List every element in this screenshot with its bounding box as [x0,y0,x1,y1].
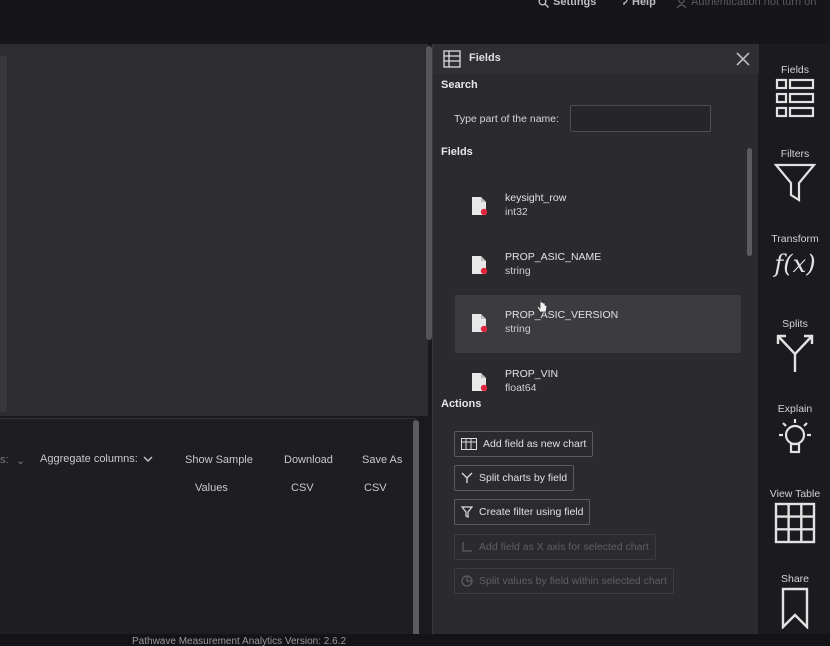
close-icon[interactable] [733,49,753,69]
fields-list-icon [443,50,461,68]
rail-label: Splits [782,318,808,330]
data-table-area: s: ⌄ Aggregate columns: Show Sample Valu… [0,418,416,634]
aggregate-columns-dropdown[interactable]: Aggregate columns: [40,453,153,465]
add-field-as-x-axis-button[interactable]: Add field as X axis for selected chart [454,534,656,560]
actions-section-title: Actions [441,398,482,410]
settings-link[interactable]: Settings [538,0,596,8]
chart-canvas[interactable] [0,44,428,416]
pie-icon [461,575,473,587]
user-icon [676,0,687,8]
axis-icon [462,542,472,552]
show-sample-values-label[interactable]: Values [195,482,228,494]
function-icon: f(x) [774,250,816,278]
field-name: PROP_ASIC_NAME [505,251,602,263]
rail-explain[interactable]: Explain [760,403,830,459]
split-icon [461,472,473,483]
save-as-csv-label[interactable]: CSV [364,482,387,494]
rail-fields[interactable]: Fields [760,64,830,118]
action-label: Create filter using field [479,506,584,518]
fields-panel: Fields Search Type part of the name: Fie… [432,44,759,634]
mouse-cursor-icon [537,298,548,313]
footer: Pathwave Measurement Analytics Version: … [0,634,830,646]
field-doc-icon [472,256,487,275]
field-name: PROP_ASIC_VERSION [505,309,619,321]
auth-status: Authentication not turn on [676,0,816,8]
split-values-by-field-button[interactable]: Split values by field within selected ch… [454,568,674,594]
search-icon [538,0,549,8]
field-item[interactable]: PROP_VIN float64 [455,354,741,398]
bookmark-icon [781,587,809,629]
search-input[interactable] [570,105,711,132]
search-label: Type part of the name: [454,113,560,125]
rail-splits[interactable]: Splits [760,318,830,374]
rail-label: Filters [780,148,810,160]
save-as-csv-button[interactable]: Save As [362,454,402,466]
rail-label: Fields [780,64,809,76]
rail-filters[interactable]: Filters [760,148,830,204]
table-scrollbar[interactable] [413,420,419,636]
right-rail: Fields Filters Transform f(x) Splits Exp… [760,44,830,634]
download-csv-button[interactable]: Download [284,454,333,466]
search-section-title: Search [441,79,478,91]
help-icon [623,0,628,5]
version-text: Pathwave Measurement Analytics Version: … [132,636,347,646]
field-type: string [505,323,531,335]
field-type: string [505,265,531,277]
help-link[interactable]: Help [620,0,656,8]
fields-list-icon [775,78,815,118]
action-label: Split charts by field [479,472,568,484]
rail-label: View Table [769,488,821,500]
aggregate-columns-label: Aggregate columns: [40,453,138,465]
field-doc-icon [472,314,487,333]
auth-label: Authentication not turn on [691,0,817,8]
field-item[interactable]: keysight_row int32 [455,178,741,236]
settings-label: Settings [553,0,597,8]
field-name: PROP_VIN [505,368,559,380]
action-label: Split values by field within selected ch… [479,575,667,587]
field-item-hovered[interactable]: PROP_ASIC_VERSION string [455,295,741,353]
help-label: Help [632,0,656,8]
cutoff-label: s: [0,454,9,466]
funnel-icon [774,163,816,202]
action-label: Add field as X axis for selected chart [479,541,649,553]
canvas-left-strip [0,56,7,412]
rail-label: Transform [771,233,819,245]
action-label: Add field as new chart [483,438,587,450]
field-item[interactable]: PROP_ASIC_NAME string [455,237,741,295]
show-sample-button[interactable]: Show Sample [185,454,253,466]
field-doc-icon [472,197,487,216]
create-filter-using-field-button[interactable]: Create filter using field [454,499,591,525]
rail-label: Explain [777,403,813,415]
grid-icon [774,502,816,544]
fields-section-title: Fields [441,146,473,158]
field-type: int32 [505,206,528,218]
download-csv-label[interactable]: CSV [291,482,314,494]
funnel-icon [461,506,473,518]
rail-label: Share [780,573,810,585]
rail-transform[interactable]: Transform f(x) [760,233,830,281]
chart-table-icon [461,438,477,450]
field-type: float64 [505,382,537,394]
field-doc-icon [472,373,487,392]
add-field-as-new-chart-button[interactable]: Add field as new chart [454,431,594,457]
split-charts-by-field-button[interactable]: Split charts by field [454,465,575,491]
chevron-down-icon [143,456,153,462]
chevron-down-icon[interactable]: ⌄ [16,454,25,467]
rail-share[interactable]: Share [760,573,830,629]
field-name: keysight_row [505,192,567,204]
rail-view-table[interactable]: View Table [760,488,830,544]
panel-header: Fields [433,44,759,74]
lightbulb-icon [779,419,811,454]
top-bar: Settings Help Authentication not turn on [0,0,830,44]
split-icon [776,334,814,372]
fields-scrollbar[interactable] [747,148,752,256]
panel-title: Fields [469,52,501,64]
